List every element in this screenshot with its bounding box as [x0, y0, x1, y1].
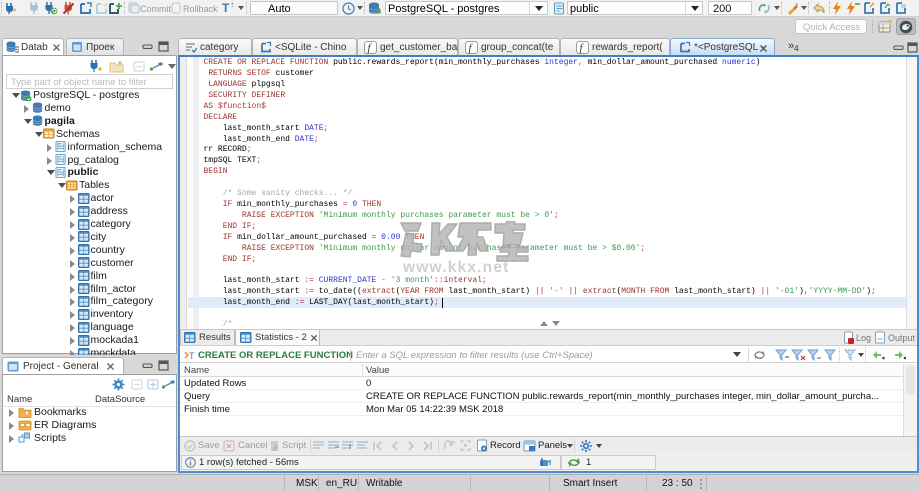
svg-text:T: T: [189, 351, 195, 361]
svg-text:www.kkx.net: www.kkx.net: [402, 259, 510, 276]
